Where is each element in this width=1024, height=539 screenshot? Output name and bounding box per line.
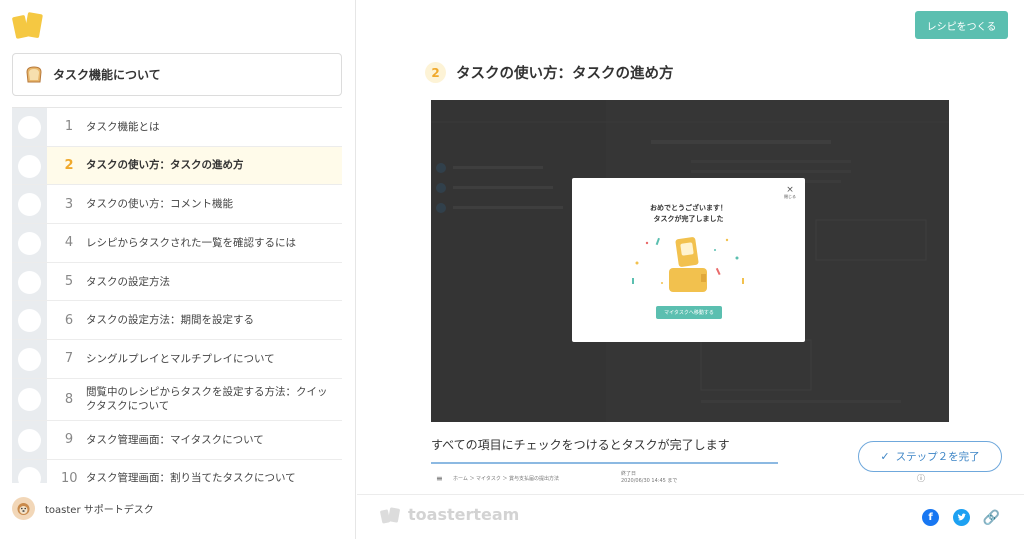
bread-icon: [26, 66, 42, 83]
step-label: タスクの設定方法：期間を設定する: [86, 314, 254, 327]
step-label: レシピからタスクされた一覧を確認するには: [86, 236, 296, 249]
step-label: 閲覧中のレシピからタスクを設定する方法：クイックタスクについて: [86, 386, 328, 413]
step-status-circle: [18, 347, 41, 371]
completion-modal: × 閉じる おめでとうございます！ タスクが完了しました マイタスクへ移動する: [572, 178, 805, 342]
step-number: 8: [64, 391, 74, 407]
facebook-share-icon[interactable]: f: [922, 509, 939, 526]
step-item-3[interactable]: 3 タスクの使い方：コメント機能: [12, 185, 342, 225]
step-item-8[interactable]: 8 閲覧中のレシピからタスクを設定する方法：クイックタスクについて: [12, 378, 342, 421]
step-item-5[interactable]: 5 タスクの設定方法: [12, 262, 342, 302]
brand-name: toasterteam: [408, 505, 520, 524]
breadcrumb: ホーム ＞ マイタスク ＞ 賞与支払届の提出方法: [453, 476, 560, 482]
modal-message-line2: タスクが完了しました: [653, 215, 724, 223]
step-label: タスクの使い方：タスクの進め方: [86, 159, 244, 172]
go-to-my-tasks-button[interactable]: マイタスクへ移動する: [656, 306, 722, 319]
step-label: タスクの設定方法: [86, 275, 170, 288]
check-icon: ✓: [880, 450, 890, 463]
modal-message-line1: おめでとうございます！: [650, 204, 727, 212]
step-number: 5: [64, 274, 74, 290]
brand: toasterteam: [380, 505, 519, 524]
step-label: タスク管理画面：割り当てたタスクについて: [86, 472, 296, 483]
caption-underline: [431, 462, 778, 464]
twitter-share-icon[interactable]: [953, 509, 970, 526]
avatar: [12, 497, 35, 520]
step-item-9[interactable]: 9 タスク管理画面：マイタスクについて: [12, 420, 342, 460]
complete-step-label: ステップ２を完了: [895, 451, 980, 463]
support-desk[interactable]: toaster サポートデスク: [12, 497, 154, 520]
due-label: 終了日: [621, 471, 637, 477]
step-label: シングルプレイとマルチプレイについて: [86, 352, 275, 365]
due-value: 2020/06/30 14:45 まで: [621, 478, 678, 484]
info-icon: ⓘ: [917, 474, 925, 483]
footer: toasterteam f 🔗: [357, 494, 1024, 539]
step-item-7[interactable]: 7 シングルプレイとマルチプレイについて: [12, 340, 342, 379]
create-recipe-button[interactable]: レシピをつくる: [915, 11, 1008, 39]
step-number: 1: [64, 119, 74, 135]
step-number: 4: [64, 235, 74, 251]
step-number: 9: [64, 432, 74, 448]
step-item-4[interactable]: 4 レシピからタスクされた一覧を確認するには: [12, 224, 342, 263]
step-label: タスクの使い方：コメント機能: [86, 198, 233, 211]
support-desk-name: toaster サポートデスク: [45, 505, 154, 516]
page-title: タスクの使い方：タスクの進め方: [456, 66, 674, 82]
toaster-brand-icon: [380, 506, 400, 523]
step-label: タスク管理画面：マイタスクについて: [86, 433, 264, 446]
tutorial-screenshot: × 閉じる おめでとうございます！ タスクが完了しました マイタスクへ移動する: [431, 100, 949, 422]
step-item-10[interactable]: 10 タスク管理画面：割り当てたタスクについて: [12, 459, 342, 483]
complete-step-button[interactable]: ✓ ステップ２を完了: [858, 441, 1002, 472]
step-number: 6: [64, 312, 74, 328]
step-item-2[interactable]: 2 タスクの使い方：タスクの進め方: [12, 146, 342, 186]
step-number: 2: [64, 158, 74, 174]
step-list: 1 タスク機能とは 2 タスクの使い方：タスクの進め方 3 タスクの使い方：コメ…: [12, 107, 342, 483]
modal-close-button[interactable]: × 閉じる: [784, 186, 796, 199]
due-date: 終了日 2020/06/30 14:45 まで: [621, 471, 677, 485]
copy-link-icon[interactable]: 🔗: [983, 509, 1000, 526]
recipe-title-card: タスク機能について: [12, 53, 342, 96]
step-status-circle: [18, 467, 41, 483]
step-status-circle: [18, 231, 41, 255]
step-status-circle: [18, 428, 41, 452]
step-number: 7: [64, 351, 74, 367]
step-item-6[interactable]: 6 タスクの設定方法：期間を設定する: [12, 301, 342, 341]
app-root: タスク機能について 1 タスク機能とは 2 タスクの使い方：タスクの進め方 3 …: [0, 0, 1024, 539]
dog-avatar-icon: [17, 503, 30, 515]
step-number: 10: [61, 470, 78, 483]
screenshot-caption: すべての項目にチェックをつけるとタスクが完了します: [431, 438, 730, 452]
step-number: 3: [64, 196, 74, 212]
step-heading: 2 タスクの使い方：タスクの進め方: [425, 62, 674, 83]
step-status-circle: [18, 154, 41, 178]
step-item-1[interactable]: 1 タスク機能とは: [12, 108, 342, 147]
sidebar: タスク機能について 1 タスク機能とは 2 タスクの使い方：タスクの進め方 3 …: [0, 0, 356, 539]
step-number-badge: 2: [425, 62, 446, 83]
toaster-logo-icon[interactable]: [12, 10, 46, 40]
step-status-circle: [18, 115, 41, 139]
modal-close-label: 閉じる: [784, 194, 796, 199]
menu-icon: ≡: [436, 474, 443, 483]
step-status-circle: [18, 270, 41, 294]
recipe-title: タスク機能について: [53, 68, 161, 82]
toaster-celebration-icon: [632, 237, 744, 292]
step-label: タスク機能とは: [86, 120, 160, 133]
